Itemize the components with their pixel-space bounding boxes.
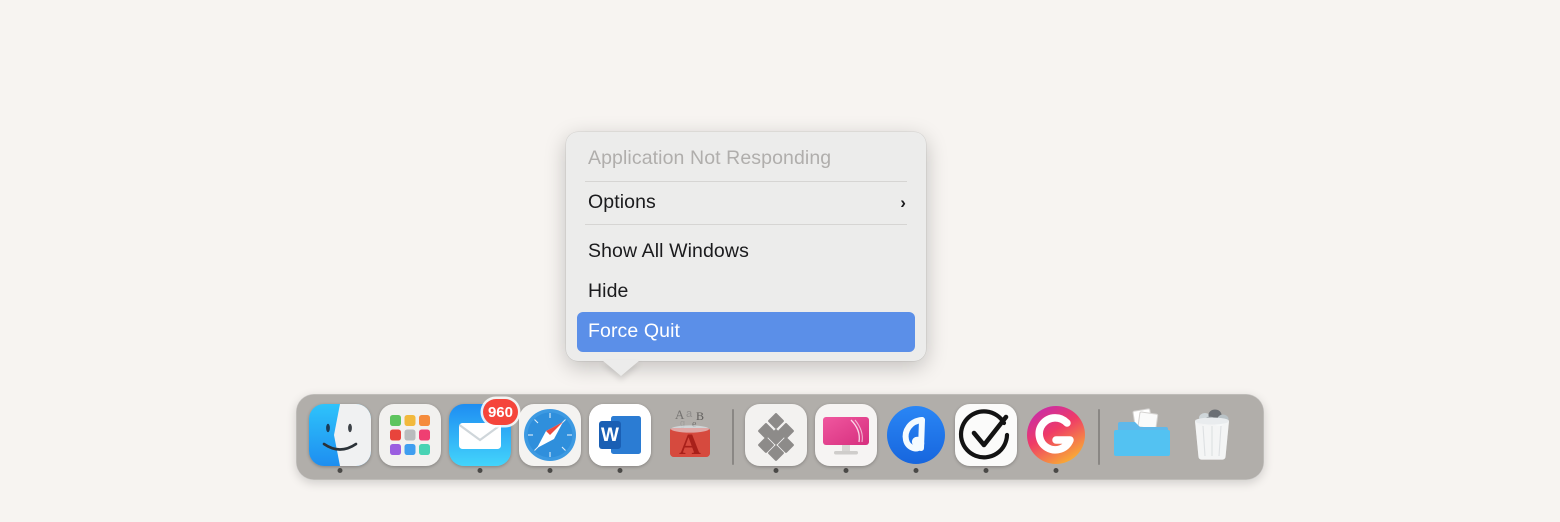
imac-display-icon — [815, 404, 877, 466]
svg-text:B: B — [696, 409, 704, 423]
menu-item-show-all-windows[interactable]: Show All Windows — [566, 232, 926, 272]
svg-text:A: A — [679, 428, 701, 461]
menu-divider-1 — [585, 181, 907, 182]
dock-context-menu: Application Not Responding Options › Sho… — [566, 132, 926, 376]
menu-item-show-all-windows-label: Show All Windows — [588, 240, 749, 262]
trash-full-icon — [1181, 404, 1243, 466]
font-book-icon: A a B g e A — [659, 404, 721, 466]
svg-text:W: W — [601, 425, 619, 446]
chevron-right-icon: › — [900, 192, 906, 212]
dock-separator-2 — [1098, 409, 1100, 465]
safari-icon — [519, 404, 581, 466]
finder-icon — [309, 404, 371, 466]
menu-item-hide[interactable]: Hide — [566, 272, 926, 312]
running-indicator — [337, 468, 343, 473]
context-menu-pointer — [602, 360, 640, 376]
dock-separator-1 — [732, 409, 734, 465]
word-icon: W — [589, 404, 651, 466]
menu-item-hide-label: Hide — [588, 280, 629, 302]
running-indicator — [913, 468, 919, 473]
dock: 960 W A a B g e A — [296, 394, 1264, 480]
dropbox-icon — [745, 404, 807, 466]
dock-item-cleanmymac[interactable] — [811, 394, 881, 480]
dock-item-finder[interactable] — [305, 394, 375, 480]
mail-icon: 960 — [449, 399, 518, 466]
dock-item-ticktick[interactable] — [951, 394, 1021, 480]
running-indicator — [983, 468, 989, 473]
dock-item-safari[interactable] — [515, 394, 585, 480]
dock-item-dropbox[interactable] — [741, 394, 811, 480]
context-menu-header: Application Not Responding — [588, 147, 832, 169]
launchpad-icon — [379, 404, 441, 466]
checkmark-circle-icon — [955, 404, 1017, 466]
running-indicator — [843, 468, 849, 473]
dock-item-grammarly[interactable] — [1021, 394, 1091, 480]
menu-divider-2 — [585, 224, 907, 225]
running-indicator — [547, 468, 553, 473]
dock-item-mail[interactable]: 960 — [445, 394, 518, 480]
dock-item-launchpad[interactable] — [375, 394, 445, 480]
running-indicator — [1053, 468, 1059, 473]
mail-unread-badge: 960 — [482, 399, 518, 425]
dock-item-anydesk[interactable] — [881, 394, 951, 480]
anydesk-icon — [885, 404, 947, 466]
downloads-folder-icon — [1111, 404, 1173, 466]
menu-item-force-quit[interactable]: Force Quit — [577, 312, 915, 352]
grammarly-icon — [1025, 404, 1087, 466]
running-indicator — [617, 468, 623, 473]
menu-item-options-label: Options — [588, 191, 656, 213]
menu-item-options[interactable]: Options › — [566, 183, 926, 223]
dock-item-downloads[interactable] — [1107, 394, 1177, 480]
menu-item-force-quit-label: Force Quit — [588, 320, 681, 342]
dock-item-word[interactable]: W — [585, 394, 655, 480]
running-indicator — [477, 468, 483, 473]
running-indicator — [773, 468, 779, 473]
dock-item-font-book[interactable]: A a B g e A — [655, 394, 725, 480]
dock-item-trash[interactable] — [1177, 394, 1247, 480]
